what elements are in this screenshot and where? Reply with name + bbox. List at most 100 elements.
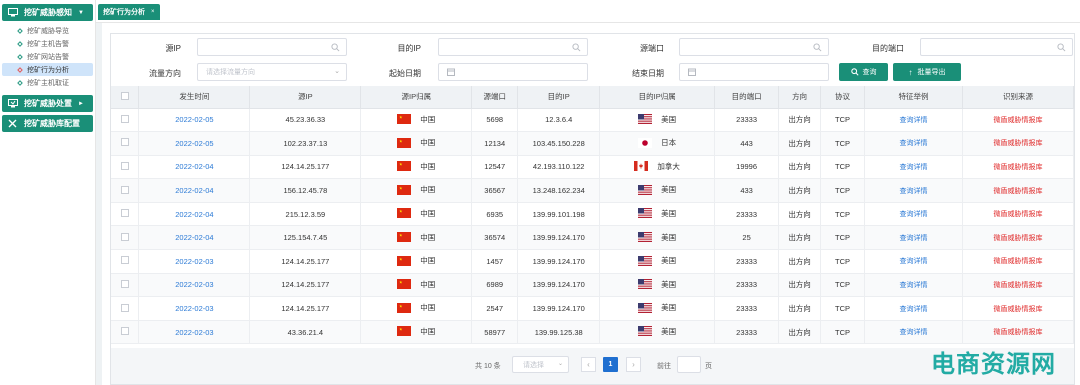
china-flag-icon: ★: [397, 208, 412, 219]
direction-cell: 出方向: [778, 225, 822, 251]
time-link[interactable]: 2022-02-03: [175, 328, 213, 337]
close-icon[interactable]: ×: [151, 9, 155, 15]
diamond-icon: [17, 27, 23, 34]
query-detail-link[interactable]: 查询详情: [899, 188, 927, 195]
src-port-cell: 2547: [471, 296, 519, 321]
table-row[interactable]: 2022-02-03 124.14.25.177 ★ 中国 6989 139.99.124…: [111, 273, 1075, 298]
column-header[interactable]: 目的IP归属: [599, 86, 716, 109]
time-link[interactable]: 2022-02-04: [175, 210, 213, 219]
row-checkbox[interactable]: [120, 209, 129, 218]
menu-threat-handling[interactable]: 挖矿威胁处置 ►: [2, 95, 93, 112]
src-ip-cell: 124.14.25.177: [249, 273, 362, 298]
time-link[interactable]: 2022-02-03: [175, 280, 213, 289]
prev-page-button[interactable]: ‹: [581, 357, 596, 372]
time-link[interactable]: 2022-02-04: [175, 186, 213, 195]
time-link[interactable]: 2022-02-05: [175, 139, 213, 148]
time-cell: 2022-02-05: [138, 108, 251, 133]
table-row[interactable]: 2022-02-03 124.14.25.177 ★ 中国 2547 139.99.124…: [111, 296, 1075, 321]
row-checkbox[interactable]: [120, 256, 129, 265]
dst-ip-cell: 139.99.125.38: [517, 320, 601, 345]
time-link[interactable]: 2022-02-04: [175, 233, 213, 242]
column-header[interactable]: 源IP归属: [360, 86, 473, 109]
query-detail-link[interactable]: 查询详情: [899, 211, 927, 218]
column-header[interactable]: 目的端口: [714, 86, 780, 109]
column-header[interactable]: 源端口: [471, 86, 519, 109]
page-number-current[interactable]: 1: [603, 357, 618, 372]
row-checkbox[interactable]: [120, 114, 129, 123]
menu-threat-library-config[interactable]: 挖矿威胁库配置: [2, 115, 93, 132]
row-checkbox[interactable]: [120, 232, 129, 241]
row-checkbox[interactable]: [120, 327, 129, 336]
direction-select[interactable]: 请选择流量方向 ⌄: [197, 63, 347, 81]
query-detail-link[interactable]: 查询详情: [899, 306, 927, 313]
column-header[interactable]: 目的IP: [517, 86, 601, 109]
page-size-placeholder: 请选择: [523, 361, 544, 369]
row-checkbox[interactable]: [120, 161, 129, 170]
dst-ip-cell: 139.99.101.198: [517, 202, 601, 227]
menu-threat-perception[interactable]: 挖矿威胁感知 ▼: [2, 4, 93, 21]
table-row[interactable]: 2022-02-04 125.154.7.45 ★ 中国 36574 139.99.124…: [111, 225, 1075, 251]
source-cell: 微盾威胁情报库: [962, 320, 1075, 345]
sidebar-item-host-forensics[interactable]: 挖矿主机取证: [2, 76, 93, 89]
table-row[interactable]: 2022-02-04 156.12.45.78 ★ 中国 36567 13.248.162…: [111, 178, 1075, 203]
query-detail-link[interactable]: 查询详情: [899, 282, 927, 289]
time-link[interactable]: 2022-02-03: [175, 304, 213, 313]
end-date-input[interactable]: [679, 63, 829, 81]
table-row[interactable]: 2022-02-05 45.23.36.33 ★ 中国 5698 12.3.6.4 美国 23…: [111, 108, 1075, 133]
main-panel: 源IP 目的IP 源端口 目的端口 流量方向 请选择流量方向 ⌄ 起始日期 结束…: [110, 33, 1075, 385]
src-location-cell: ★ 中国: [360, 155, 473, 180]
table-row[interactable]: 2022-02-05 102.23.37.13 ★ 中国 12134 103.45.150…: [111, 131, 1075, 156]
query-button[interactable]: 查询: [839, 63, 888, 81]
src-ip-input[interactable]: [197, 38, 347, 56]
batch-export-button[interactable]: ↑ 批量导出: [893, 63, 961, 81]
query-detail-link[interactable]: 查询详情: [899, 329, 927, 336]
svg-text:★: ★: [399, 303, 403, 308]
select-all-checkbox[interactable]: [120, 91, 129, 100]
time-link[interactable]: 2022-02-04: [175, 162, 213, 171]
time-link[interactable]: 2022-02-03: [175, 257, 213, 266]
column-header[interactable]: 源IP: [249, 86, 362, 109]
column-header[interactable]: 特征举例: [864, 86, 963, 109]
sidebar-item-behavior-analysis[interactable]: 挖矿行为分析: [2, 63, 93, 76]
row-checkbox[interactable]: [120, 279, 129, 288]
start-date-input[interactable]: [438, 63, 588, 81]
table-row[interactable]: 2022-02-04 124.14.25.177 ★ 中国 12547 42.193.11…: [111, 155, 1075, 180]
column-header[interactable]: 协议: [820, 86, 866, 109]
query-detail-link[interactable]: 查询详情: [899, 235, 927, 242]
protocol-cell: TCP: [820, 249, 866, 274]
column-header[interactable]: 方向: [778, 86, 822, 109]
table-row[interactable]: 2022-02-03 43.36.21.4 ★ 中国 58977 139.99.125.3…: [111, 320, 1075, 345]
query-detail-link[interactable]: 查询详情: [899, 164, 927, 171]
query-detail-link[interactable]: 查询详情: [899, 258, 927, 265]
threat-source-label: 微盾威胁情报库: [993, 187, 1043, 195]
dst-country: 美国: [661, 208, 677, 218]
time-link[interactable]: 2022-02-05: [175, 115, 213, 124]
src-port-input[interactable]: [679, 38, 829, 56]
table-row[interactable]: 2022-02-03 124.14.25.177 ★ 中国 1457 139.99.124…: [111, 249, 1075, 274]
tab-behavior-analysis[interactable]: 挖矿行为分析 ×: [98, 4, 160, 20]
src-ip-cell: 124.14.25.177: [249, 155, 362, 180]
dst-ip-input[interactable]: [438, 38, 588, 56]
sidebar-item-host-alerts[interactable]: 挖矿主机告警: [2, 37, 93, 50]
row-checkbox[interactable]: [120, 138, 129, 147]
time-cell: 2022-02-05: [138, 131, 251, 156]
next-page-button[interactable]: ›: [626, 357, 641, 372]
page-size-select[interactable]: 请选择 ⌄: [512, 356, 569, 373]
goto-page-input[interactable]: [677, 356, 701, 373]
column-header[interactable]: 发生时间: [138, 86, 251, 109]
row-checkbox[interactable]: [120, 185, 129, 194]
table-row[interactable]: 2022-02-04 215.12.3.59 ★ 中国 6935 139.99.101.1…: [111, 202, 1075, 227]
feature-cell: 查询详情: [864, 225, 963, 251]
sidebar-item-overview[interactable]: 挖矿威胁导览: [2, 24, 93, 37]
monitor-icon: [8, 8, 18, 17]
sidebar-scrollbar[interactable]: [96, 0, 102, 385]
direction-label: 流量方向: [149, 69, 181, 78]
dst-ip-cell: 139.99.124.170: [517, 225, 601, 251]
row-checkbox[interactable]: [120, 303, 129, 312]
query-detail-link[interactable]: 查询详情: [899, 117, 927, 124]
sidebar-item-site-alerts[interactable]: 挖矿网站告警: [2, 50, 93, 63]
src-country: 中国: [420, 208, 436, 218]
query-detail-link[interactable]: 查询详情: [899, 140, 927, 147]
dst-port-input[interactable]: [920, 38, 1073, 56]
column-header[interactable]: 识别来源: [962, 86, 1075, 109]
